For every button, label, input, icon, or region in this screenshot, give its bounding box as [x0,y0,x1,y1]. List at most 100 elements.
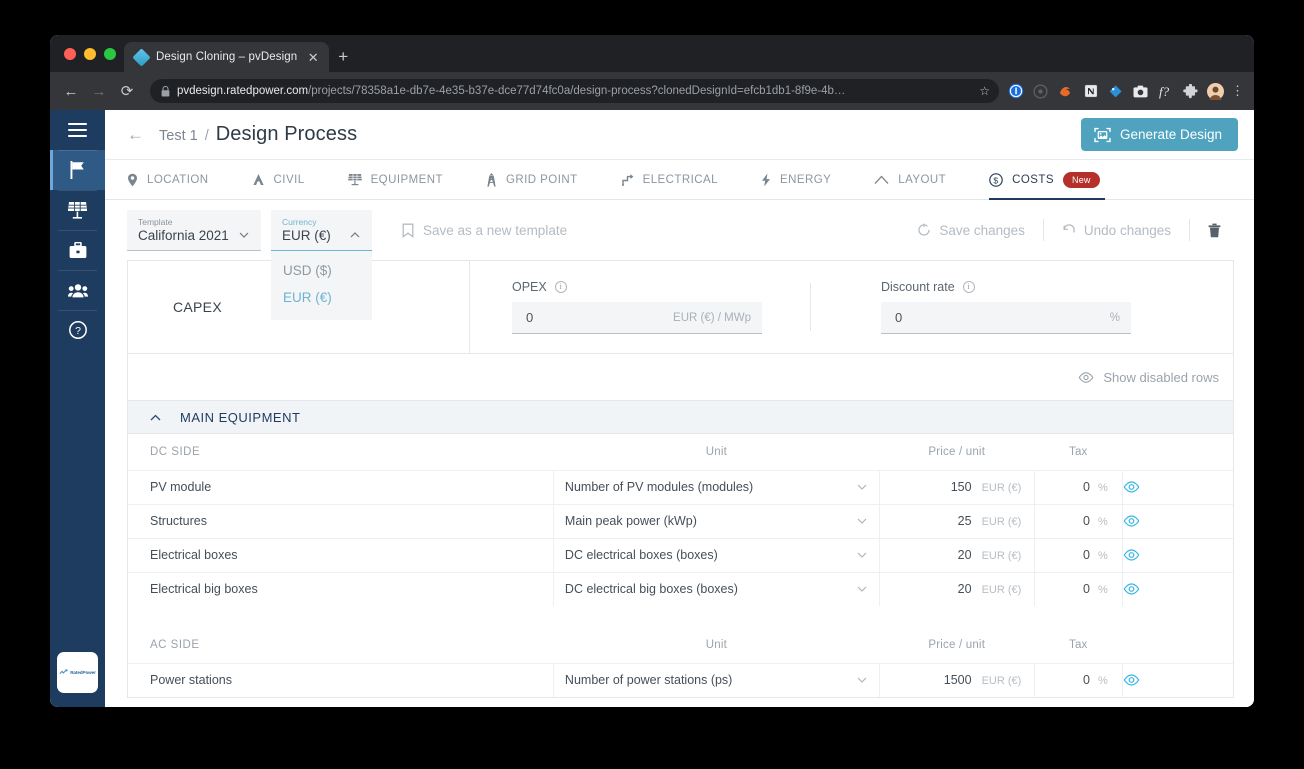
currency-dropdown-menu: USD ($) EUR (€) [271,250,372,320]
undo-changes-button[interactable]: Undo changes [1044,223,1189,238]
tab-equipment[interactable]: EQUIPMENT [347,160,473,199]
window-traffic-lights [60,35,124,72]
pvdesign-app: ? RatedPower ← Test 1 / Design Process G… [50,110,1254,707]
costs-toolbar: Template California 2021 Currency EUR (€… [105,200,1254,320]
address-bar[interactable]: pvdesign.ratedpower.com/projects/78358a1… [150,79,999,103]
row-price[interactable]: 25 EUR (€) [878,503,1035,538]
currency-select[interactable]: Currency EUR (€) USD ($) EUR (€) [271,209,372,320]
row-tax[interactable]: 0% [1033,571,1123,606]
tab-energy[interactable]: ENERGY [761,160,861,199]
row-unit-select[interactable]: Number of PV modules (modules) [552,469,880,504]
chevron-down-icon [857,677,867,684]
forward-icon[interactable]: → [86,78,112,104]
tab-location-label: LOCATION [147,173,209,186]
fontface-icon[interactable]: f? [1157,83,1174,100]
sidebar-item-equipment[interactable] [50,190,105,230]
sidebar-item-menu[interactable] [50,110,105,150]
row-tax-value: 0 [1083,582,1090,597]
info-icon[interactable]: i [962,281,975,293]
sidebar-item-help[interactable]: ? [50,310,105,350]
row-tax-unit: % [1097,516,1108,528]
main-equipment-section-header[interactable]: MAIN EQUIPMENT [128,400,1233,434]
tab-layout[interactable]: LAYOUT [874,160,976,199]
opex-input[interactable]: 0 EUR (€) / MWp [512,302,762,334]
column-tax: Tax [1069,638,1088,651]
browser-extensions: f? [1007,82,1224,100]
breadcrumb: Test 1 / Design Process [159,123,1081,146]
firefox-icon[interactable] [1057,83,1074,100]
table-row[interactable]: PV module Number of PV modules (modules)… [128,469,1233,504]
row-visibility-toggle[interactable] [1121,469,1233,504]
onepassword-icon[interactable] [1007,83,1024,100]
chevron-down-icon [857,586,867,593]
save-as-new-template-button[interactable]: Save as a new template [402,223,567,238]
discount-rate-input[interactable]: 0 % [881,302,1131,334]
people-icon [67,283,88,297]
row-price-value: 1500 [943,673,972,688]
table-row[interactable]: Electrical boxes DC electrical boxes (bo… [128,537,1233,572]
puzzle-icon[interactable] [1182,83,1199,100]
reload-icon[interactable]: ⟳ [114,78,140,104]
lock-icon [161,85,170,97]
row-visibility-toggle[interactable] [1121,537,1233,572]
tab-grid-point[interactable]: GRID POINT [486,160,608,199]
table-row[interactable]: Electrical big boxes DC electrical big b… [128,571,1233,606]
window-close-button[interactable] [64,47,76,60]
row-tax[interactable]: 0% [1033,469,1123,504]
generate-design-button[interactable]: Generate Design [1080,118,1238,151]
row-price[interactable]: 20 EUR (€) [878,571,1035,606]
row-unit-select[interactable]: DC electrical boxes (boxes) [552,537,880,572]
camera-icon[interactable] [1132,83,1149,100]
back-icon[interactable]: ← [127,125,144,145]
row-visibility-toggle[interactable] [1121,662,1233,697]
tab-electrical[interactable]: ELECTRICAL [621,160,748,199]
save-as-new-template-label: Save as a new template [423,222,568,238]
row-visibility-toggle[interactable] [1121,571,1233,606]
avatar-icon[interactable] [1207,82,1224,100]
bookmark-star-icon[interactable]: ☆ [979,84,990,98]
row-tax[interactable]: 0% [1033,537,1123,572]
svg-text:f?: f? [1159,84,1170,99]
tag-icon[interactable] [1107,83,1124,100]
tab-costs[interactable]: $ COSTS New [989,160,1129,200]
notion-icon[interactable] [1082,83,1099,100]
show-disabled-rows-button[interactable]: Show disabled rows [1078,370,1219,385]
location-icon[interactable] [1032,83,1049,100]
sidebar-item-projects[interactable] [50,150,105,190]
close-icon[interactable]: ✕ [305,49,321,65]
row-price[interactable]: 1500 EUR (€) [878,662,1035,697]
save-changes-button[interactable]: Save changes [899,223,1043,238]
row-unit-select[interactable]: Main peak power (kWp) [552,503,880,538]
row-unit-select[interactable]: Number of power stations (ps) [552,662,880,697]
currency-option-eur[interactable]: EUR (€) [271,284,372,311]
browser-menu-icon[interactable]: ⋮ [1226,83,1244,99]
row-unit-value: Main peak power (kWp) [564,514,697,528]
back-icon[interactable]: ← [58,78,84,104]
delete-button[interactable] [1190,223,1234,238]
dc-side-table: DC SIDE Unit Price / unit Tax PV module … [128,434,1233,606]
row-tax[interactable]: 0% [1033,662,1123,697]
table-row[interactable]: Power stations Number of power stations … [128,662,1233,697]
browser-tab[interactable]: Design Cloning – pvDesign ✕ [124,42,330,72]
row-price[interactable]: 150 EUR (€) [878,469,1035,504]
row-unit-select[interactable]: DC electrical big boxes (boxes) [552,571,880,606]
tab-location[interactable]: LOCATION [127,160,239,199]
new-tab-button[interactable]: + [329,42,357,72]
tab-civil-label: CIVIL [273,173,305,186]
row-tax[interactable]: 0% [1033,503,1123,538]
breadcrumb-parent[interactable]: Test 1 [159,128,198,144]
window-maximize-button[interactable] [104,47,116,60]
sidebar-item-team[interactable] [50,270,105,310]
window-minimize-button[interactable] [84,47,96,60]
template-select[interactable]: Template California 2021 [127,209,261,251]
column-unit: Unit [705,445,728,458]
row-price[interactable]: 20 EUR (€) [878,537,1035,572]
bolt-icon [761,173,771,187]
currency-option-usd[interactable]: USD ($) [271,257,372,284]
tab-civil[interactable]: CIVIL [252,160,335,199]
info-icon[interactable]: i [554,281,567,293]
sidebar-item-toolbox[interactable] [50,230,105,270]
row-visibility-toggle[interactable] [1121,503,1233,538]
table-row[interactable]: Structures Main peak power (kWp) 25 EUR (… [128,503,1233,538]
page-header: ← Test 1 / Design Process Generate Desig… [105,110,1254,159]
